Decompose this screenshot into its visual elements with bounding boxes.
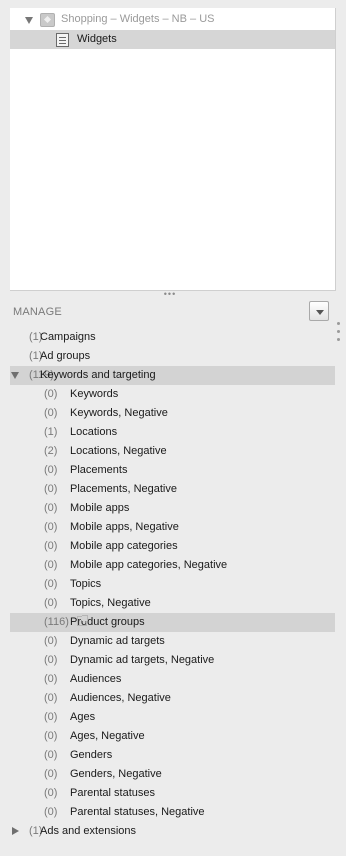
manage-item-count: (0)	[44, 540, 58, 552]
manage-item-topics-negative[interactable]: Topics, Negative (0)	[10, 594, 335, 613]
manage-item-genders[interactable]: Genders (0)	[10, 746, 335, 765]
manage-item-label: Keywords and targeting	[40, 369, 156, 381]
manage-item-audiences[interactable]: Audiences (0)	[10, 670, 335, 689]
manage-item-ages[interactable]: Ages (0)	[10, 708, 335, 727]
panel-splitter-handle[interactable]: •••	[158, 290, 182, 299]
manage-item-count: (0)	[44, 768, 58, 780]
manage-item-label: Locations	[70, 426, 118, 438]
manage-item-label: Audiences, Negative	[70, 692, 171, 704]
manage-item-label: Campaigns	[40, 331, 96, 343]
manage-item-campaigns[interactable]: Campaigns (1)	[10, 328, 335, 347]
manage-item-mobile-apps-negative[interactable]: Mobile apps, Negative (0)	[10, 518, 335, 537]
manage-item-dynamic-ad-targets-negative[interactable]: Dynamic ad targets, Negative (0)	[10, 651, 335, 670]
manage-item-label: Keywords	[70, 388, 119, 400]
manage-item-mobile-app-categories[interactable]: Mobile app categories (0)	[10, 537, 335, 556]
manage-item-count: (0)	[44, 521, 58, 533]
manage-item-label: Placements, Negative	[70, 483, 177, 495]
manage-item-label: Topics	[70, 578, 102, 590]
manage-item-locations[interactable]: Locations (1)	[10, 423, 335, 442]
manage-item-count: (116)	[44, 616, 69, 628]
collapsed-triangle-icon[interactable]	[12, 827, 19, 835]
manage-item-count: (0)	[44, 749, 58, 761]
manage-item-count: (0)	[44, 559, 58, 571]
manage-item-count: (0)	[44, 635, 58, 647]
expanded-triangle-icon[interactable]	[11, 372, 19, 379]
manage-item-label: Audiences	[70, 673, 122, 685]
campaign-name: Shopping – Widgets – NB – US	[61, 13, 215, 25]
manage-list: Campaigns (1) Ad groups (1) Keywords and t…	[10, 328, 335, 841]
manage-item-count: (0)	[44, 578, 58, 590]
manage-item-label: Locations, Negative	[70, 445, 167, 457]
manage-item-label: Mobile apps	[70, 502, 130, 514]
manage-item-parental-statuses-negative[interactable]: Parental statuses, Negative (0)	[10, 803, 335, 822]
manage-item-label: Mobile apps, Negative	[70, 521, 179, 533]
manage-item-placements-negative[interactable]: Placements, Negative (0)	[10, 480, 335, 499]
manage-item-audiences-negative[interactable]: Audiences, Negative (0)	[10, 689, 335, 708]
tree-ad-group-row[interactable]: Widgets	[10, 30, 335, 49]
manage-item-label: Ages	[70, 711, 96, 723]
manage-item-label: Dynamic ad targets, Negative	[70, 654, 215, 666]
manage-item-label: Mobile app categories	[70, 540, 178, 552]
ad-group-name: Widgets	[77, 33, 117, 45]
manage-item-label: Ages, Negative	[70, 730, 145, 742]
manage-item-label: Parental statuses, Negative	[70, 806, 205, 818]
manage-item-label: Ad groups	[40, 350, 91, 362]
manage-item-ads-and-extensions[interactable]: Ads and extensions (1)	[10, 822, 335, 841]
manage-item-count: (0)	[44, 730, 58, 742]
manage-item-count: (2)	[44, 445, 58, 457]
manage-item-count: (0)	[44, 502, 58, 514]
manage-item-count: (0)	[44, 388, 58, 400]
ad-group-icon	[56, 33, 69, 47]
manage-item-topics[interactable]: Topics (0)	[10, 575, 335, 594]
manage-item-count: (1)	[44, 426, 58, 438]
manage-item-placements[interactable]: Placements (0)	[10, 461, 335, 480]
manage-item-keywords[interactable]: Keywords (0)	[10, 385, 335, 404]
manage-item-label: Genders, Negative	[70, 768, 162, 780]
manage-item-product-groups[interactable]: Product groups (116)	[10, 613, 335, 632]
manage-item-dynamic-ad-targets[interactable]: Dynamic ad targets (0)	[10, 632, 335, 651]
shopping-campaign-icon	[40, 13, 55, 27]
manage-item-count: (0)	[44, 597, 58, 609]
manage-item-genders-negative[interactable]: Genders, Negative (0)	[10, 765, 335, 784]
manage-item-mobile-apps[interactable]: Mobile apps (0)	[10, 499, 335, 518]
manage-item-keywords-negative[interactable]: Keywords, Negative (0)	[10, 404, 335, 423]
manage-item-ages-negative[interactable]: Ages, Negative (0)	[10, 727, 335, 746]
external-link-icon[interactable]	[76, 615, 88, 626]
manage-item-mobile-app-categories-negative[interactable]: Mobile app categories, Negative (0)	[10, 556, 335, 575]
manage-item-label: Parental statuses	[70, 787, 155, 799]
tree-campaign-row[interactable]: Shopping – Widgets – NB – US	[10, 10, 335, 29]
manage-item-count: (0)	[44, 787, 58, 799]
manage-section-title: MANAGE	[13, 306, 62, 318]
chevron-down-icon	[316, 310, 324, 315]
manage-item-label: Genders	[70, 749, 113, 761]
manage-item-count: (0)	[44, 711, 58, 723]
collapse-triangle-icon[interactable]	[25, 17, 33, 24]
manage-item-keywords-and-targeting[interactable]: Keywords and targeting (119)	[10, 366, 335, 385]
manage-item-count: (0)	[44, 673, 58, 685]
manage-item-label: Keywords, Negative	[70, 407, 168, 419]
manage-item-count: (0)	[44, 806, 58, 818]
account-tree-sidebar: Shopping – Widgets – NB – US Widgets •••…	[0, 0, 346, 856]
manage-item-count: (0)	[44, 407, 58, 419]
manage-item-locations-negative[interactable]: Locations, Negative (2)	[10, 442, 335, 461]
manage-item-label: Placements	[70, 464, 128, 476]
manage-item-count: (0)	[44, 483, 58, 495]
manage-item-label: Ads and extensions	[40, 825, 137, 837]
manage-item-count: (0)	[44, 654, 58, 666]
manage-item-label: Mobile app categories, Negative	[70, 559, 228, 571]
account-tree-panel: Shopping – Widgets – NB – US Widgets	[10, 8, 336, 291]
manage-item-count: (0)	[44, 464, 58, 476]
vertical-resize-grip[interactable]	[337, 322, 341, 346]
manage-item-label: Dynamic ad targets	[70, 635, 165, 647]
manage-item-ad-groups[interactable]: Ad groups (1)	[10, 347, 335, 366]
manage-options-dropdown[interactable]	[309, 301, 329, 321]
manage-item-label: Topics, Negative	[70, 597, 151, 609]
manage-item-count: (0)	[44, 692, 58, 704]
manage-item-parental-statuses[interactable]: Parental statuses (0)	[10, 784, 335, 803]
